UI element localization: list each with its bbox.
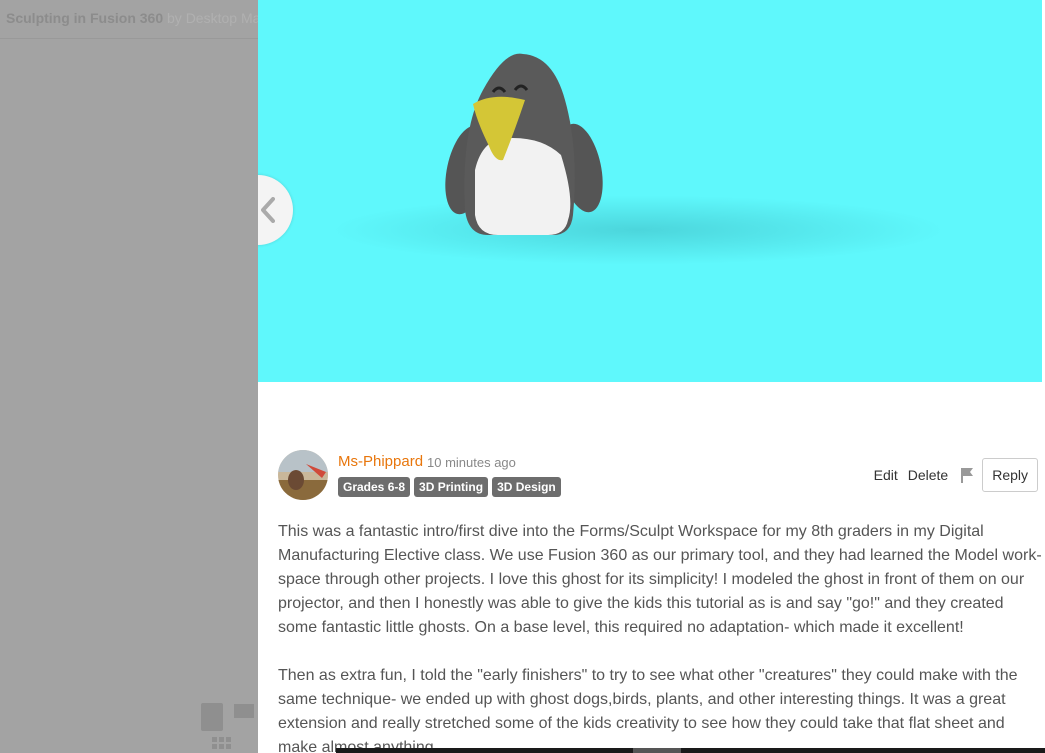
background-title-text: Sculpting in Fusion 360 — [6, 10, 164, 26]
edit-link[interactable]: Edit — [874, 467, 898, 483]
image-floor-shadow — [328, 195, 948, 265]
scrollbar-thumb[interactable] — [633, 748, 681, 753]
background-page: Sculpting in Fusion 360 by Desktop Ma — [0, 0, 260, 753]
comment-paragraph: This was a fantastic intro/first dive in… — [278, 523, 1042, 636]
comment-modal: Ms-Phippard 10 minutes ago Grades 6-8 3D… — [258, 0, 1045, 753]
background-document-icon — [201, 703, 223, 731]
background-header: Sculpting in Fusion 360 by Desktop Ma — [0, 0, 260, 39]
comment-image — [258, 0, 1042, 382]
comment-body: This was a fantastic intro/first dive in… — [278, 520, 1042, 753]
tag-3d-printing[interactable]: 3D Printing — [414, 477, 489, 497]
background-thumbs-down-icon — [234, 704, 254, 718]
background-page-title: Sculpting in Fusion 360 by Desktop Ma — [6, 10, 260, 26]
author-tags: Grades 6-8 3D Printing 3D Design — [338, 477, 561, 497]
author-name-link[interactable]: Ms-Phippard — [338, 453, 423, 470]
delete-link[interactable]: Delete — [908, 467, 948, 483]
background-grid-icon — [212, 737, 231, 749]
background-author-text: by Desktop Ma — [167, 10, 261, 26]
tag-grades[interactable]: Grades 6-8 — [338, 477, 411, 497]
comment-paragraph: Then as extra fun, I told the "early fin… — [278, 667, 1018, 753]
comment-actions: Edit Delete Reply — [874, 458, 1038, 492]
chevron-left-icon — [261, 197, 275, 223]
flag-icon[interactable] — [960, 467, 974, 483]
author-avatar[interactable] — [278, 450, 328, 500]
comment-timestamp: 10 minutes ago — [427, 455, 516, 470]
horizontal-scrollbar[interactable] — [336, 748, 1045, 753]
tag-3d-design[interactable]: 3D Design — [492, 477, 561, 497]
reply-button[interactable]: Reply — [982, 458, 1038, 492]
penguin-render-image — [445, 53, 603, 235]
